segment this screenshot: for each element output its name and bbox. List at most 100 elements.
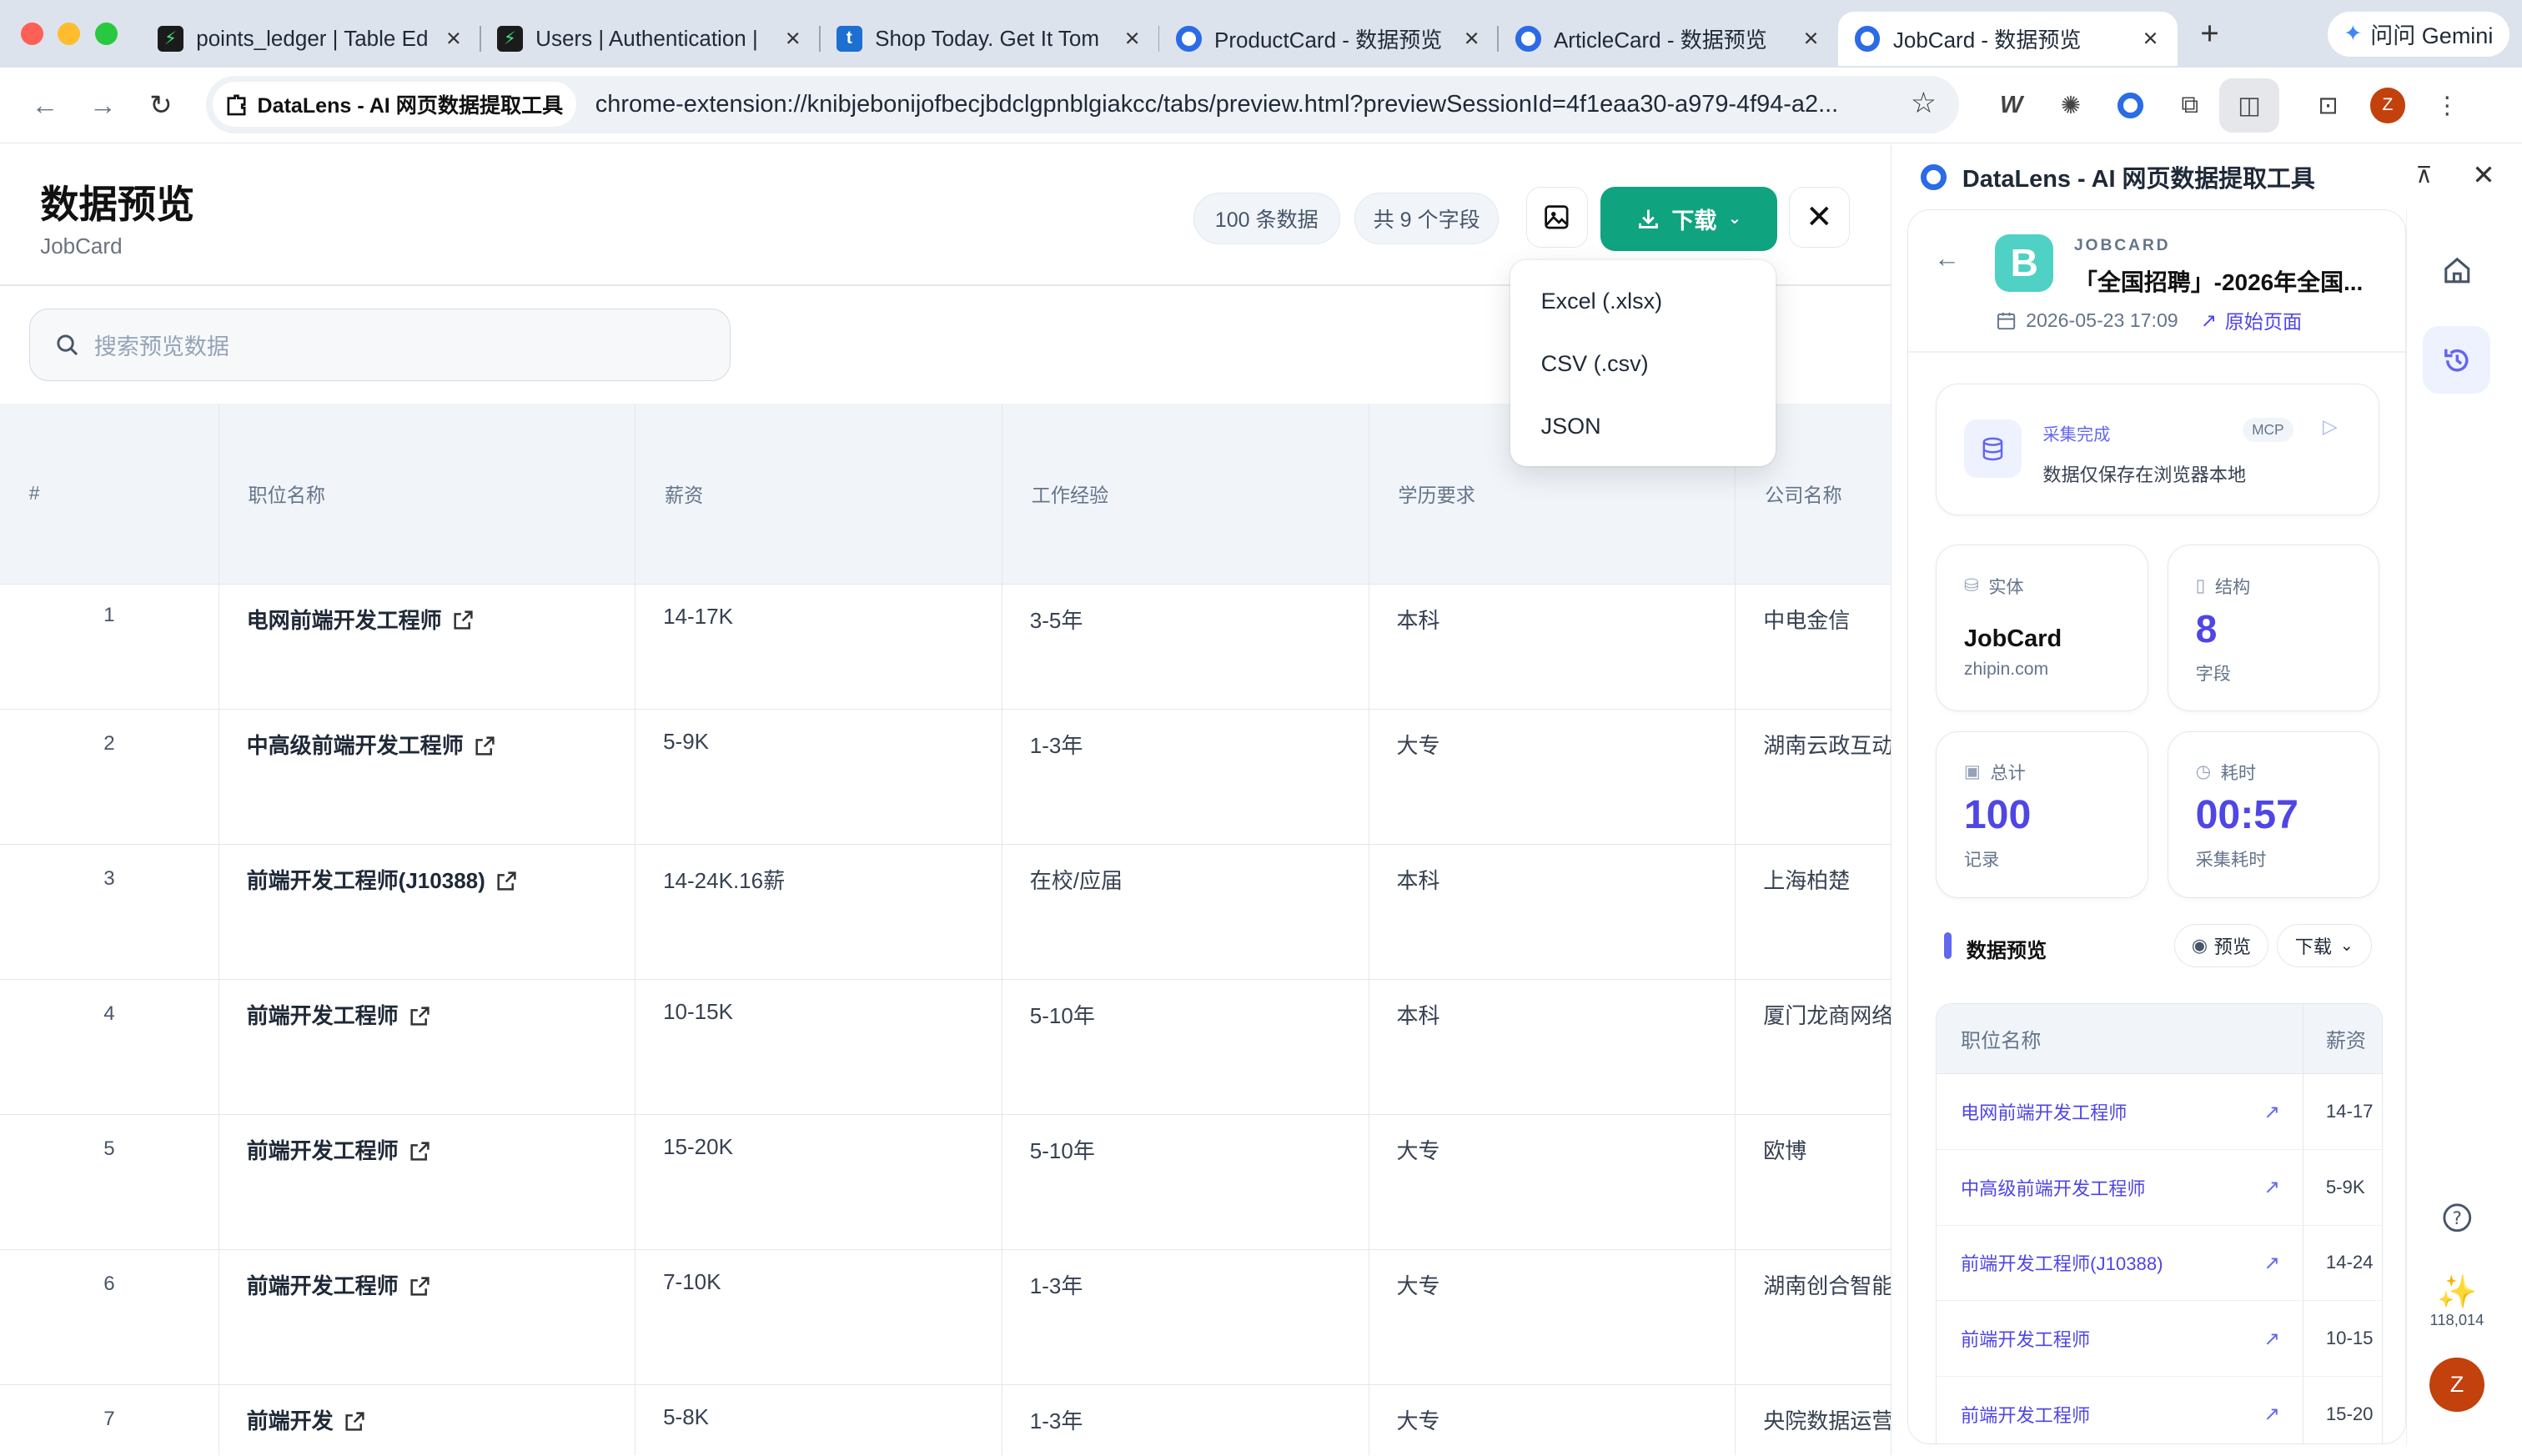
external-link-icon[interactable] xyxy=(344,1411,365,1432)
close-tab-icon[interactable]: × xyxy=(2139,23,2162,53)
tab-title: JobCard - 数据预览 xyxy=(1892,27,2082,53)
preview-title-link[interactable]: 前端开发工程师 xyxy=(1961,1401,2090,1428)
external-link-icon[interactable] xyxy=(409,1006,430,1027)
forward-arrow-icon[interactable]: → xyxy=(74,89,132,121)
user-initial: Z xyxy=(2449,1372,2464,1397)
home-icon[interactable] xyxy=(2423,236,2490,304)
profile-initial: Z xyxy=(2369,88,2406,123)
back-arrow-icon[interactable]: ← xyxy=(1934,244,1960,274)
site-info-chip[interactable]: DataLens - AI 网页数据提取工具 xyxy=(212,82,576,128)
table-row[interactable]: 1 电网前端开发工程师 14-17K 3-5年 本科 中电金信 xyxy=(0,584,1892,710)
preview-row[interactable]: 中高级前端开发工程师 ↗ 5-9K xyxy=(1937,1149,2383,1226)
structure-label: 结构 xyxy=(2214,577,2251,597)
structure-unit: 字段 xyxy=(2195,664,2231,684)
table-row[interactable]: 5 前端开发工程师 15-20K 5-10年 大专 欧博 xyxy=(0,1114,1892,1250)
close-window-button[interactable] xyxy=(21,23,44,45)
close-tab-icon[interactable]: × xyxy=(1460,23,1483,53)
play-icon[interactable]: ▷ xyxy=(2323,415,2338,438)
credits-indicator[interactable]: ✨ 118,014 xyxy=(2407,1273,2507,1329)
table-row[interactable]: 3 前端开发工程师(J10388) 14-24K.16薪 在校/应届 本科 上海柏楚 xyxy=(0,844,1892,980)
tab-search-icon[interactable]: ⊡ xyxy=(2298,78,2358,133)
search-input[interactable]: 搜索预览数据 xyxy=(28,309,731,382)
gemini-label: 问问 Gemini xyxy=(2370,23,2494,48)
url-text[interactable]: chrome-extension://knibjebonijofbecjbdcl… xyxy=(595,91,1882,118)
total-stat-card: ▣ 总计 100 记录 xyxy=(1936,731,2148,899)
origin-page-link[interactable]: ↗ 原始页面 xyxy=(2201,306,2303,334)
menu-item-csv[interactable]: CSV (.csv) xyxy=(1510,333,1776,395)
profile-avatar[interactable]: Z xyxy=(2358,78,2417,133)
reload-icon[interactable]: ↻ xyxy=(132,89,189,121)
browser-tab[interactable]: ⚡ points_ledger | Table Ed × xyxy=(142,12,481,67)
column-header-index: # xyxy=(0,404,219,585)
user-avatar[interactable]: Z xyxy=(2429,1357,2484,1413)
image-export-button[interactable] xyxy=(1526,186,1588,248)
column-header-experience[interactable]: 工作经验 xyxy=(1002,404,1369,585)
salary-cell: 14-24K.16薪 xyxy=(635,844,1002,980)
table-row[interactable]: 2 中高级前端开发工程师 5-9K 1-3年 大专 湖南云政互动 xyxy=(0,709,1892,845)
table-row[interactable]: 6 前端开发工程师 7-10K 1-3年 大专 湖南创合智能 xyxy=(0,1249,1892,1385)
mcp-badge: MCP xyxy=(2242,418,2294,443)
external-link-icon[interactable]: ↗ xyxy=(2263,1403,2279,1425)
side-download-button[interactable]: 下载 ⌄ xyxy=(2276,924,2372,968)
preview-title-link[interactable]: 前端开发工程师 xyxy=(1961,1325,2090,1352)
external-link-icon[interactable] xyxy=(453,610,474,630)
menu-item-json[interactable]: JSON xyxy=(1510,395,1776,458)
menu-item-excel[interactable]: Excel (.xlsx) xyxy=(1510,270,1776,333)
table-row[interactable]: 7 前端开发 5-8K 1-3年 大专 央院数据运营 xyxy=(0,1384,1892,1456)
close-tab-icon[interactable]: × xyxy=(1800,23,1822,53)
preview-row[interactable]: 前端开发工程师 ↗ 10-15 xyxy=(1937,1301,2383,1377)
external-link-icon[interactable]: ↗ xyxy=(2263,1252,2279,1274)
chatgpt-extension-icon[interactable]: ✺ xyxy=(2041,78,2100,133)
history-icon[interactable] xyxy=(2423,326,2491,394)
external-link-icon[interactable] xyxy=(475,736,495,756)
browser-tab[interactable]: ArticleCard - 数据预览 × xyxy=(1499,12,1838,67)
column-header-salary[interactable]: 薪资 xyxy=(635,404,1002,585)
zoom-window-button[interactable] xyxy=(94,23,118,45)
close-tab-icon[interactable]: × xyxy=(781,23,804,53)
w-extension-icon[interactable]: W xyxy=(1982,78,2041,133)
browser-menu-icon[interactable]: ⋮ xyxy=(2418,78,2477,133)
column-header-title[interactable]: 职位名称 xyxy=(219,404,636,585)
job-title-text: 中高级前端开发工程师 xyxy=(246,733,464,759)
help-icon[interactable]: ? xyxy=(2423,1183,2490,1251)
preview-row[interactable]: 前端开发工程师(J10388) ↗ 14-24 xyxy=(1937,1225,2383,1302)
address-bar[interactable]: DataLens - AI 网页数据提取工具 chrome-extension:… xyxy=(205,75,1960,134)
close-preview-button[interactable]: ✕ xyxy=(1788,186,1850,248)
side-panel-icon[interactable]: ◫ xyxy=(2219,78,2279,133)
external-link-icon[interactable]: ↗ xyxy=(2263,1176,2279,1198)
download-button[interactable]: 下载 ⌄ xyxy=(1600,186,1778,251)
salary-cell: 5-8K xyxy=(635,1384,1002,1456)
job-title-cell: 前端开发 xyxy=(219,1384,636,1456)
preview-title-link[interactable]: 中高级前端开发工程师 xyxy=(1961,1174,2146,1201)
extensions-puzzle-icon[interactable]: ⧉ xyxy=(2160,78,2219,133)
external-link-icon[interactable]: ↗ xyxy=(2263,1101,2279,1123)
bookmark-star-icon[interactable]: ☆ xyxy=(1911,87,1937,120)
browser-tab[interactable]: ⚡ Users | Authentication | × xyxy=(481,12,821,67)
preview-row[interactable]: 前端开发工程师 ↗ 15-20 xyxy=(1937,1376,2382,1443)
browser-toolbar: ← → ↻ DataLens - AI 网页数据提取工具 chrome-exte… xyxy=(0,68,2522,143)
close-tab-icon[interactable]: × xyxy=(442,23,465,53)
experience-cell: 1-3年 xyxy=(1002,1249,1369,1385)
preview-button[interactable]: ◉ 预览 xyxy=(2173,924,2269,968)
external-link-icon[interactable] xyxy=(496,871,517,891)
preview-row[interactable]: 电网前端开发工程师 ↗ 14-17 xyxy=(1937,1074,2383,1150)
total-value: 100 xyxy=(1963,791,2032,837)
browser-tab[interactable]: t Shop Today. Get It Tom × xyxy=(821,12,1160,67)
external-link-icon[interactable]: ↗ xyxy=(2263,1328,2279,1350)
table-row[interactable]: 4 前端开发工程师 10-15K 5-10年 本科 厦门龙商网络 xyxy=(0,979,1892,1115)
pin-icon[interactable]: ⊼ xyxy=(2416,163,2433,188)
datalens-extension-icon[interactable] xyxy=(2101,78,2160,133)
back-arrow-icon[interactable]: ← xyxy=(16,89,73,121)
close-panel-icon[interactable]: ✕ xyxy=(2472,159,2494,191)
close-tab-icon[interactable]: × xyxy=(1121,23,1143,53)
external-link-icon[interactable] xyxy=(409,1141,430,1162)
minimize-window-button[interactable] xyxy=(58,23,81,45)
supabase-icon: ⚡ xyxy=(157,25,183,52)
preview-title-link[interactable]: 前端开发工程师(J10388) xyxy=(1961,1249,2163,1276)
browser-tab[interactable]: ProductCard - 数据预览 × xyxy=(1159,12,1500,67)
gemini-button[interactable]: ✦ 问问 Gemini xyxy=(2327,11,2509,57)
new-tab-icon[interactable]: + xyxy=(2200,16,2219,53)
preview-title-link[interactable]: 电网前端开发工程师 xyxy=(1961,1098,2127,1125)
external-link-icon[interactable] xyxy=(409,1276,430,1297)
browser-tab-active[interactable]: JobCard - 数据预览 × xyxy=(1838,11,2178,67)
